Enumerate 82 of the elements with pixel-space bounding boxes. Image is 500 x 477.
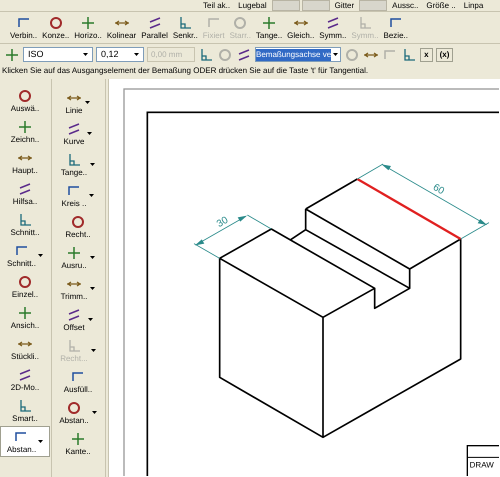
tool-button[interactable]: Trimm.. <box>52 273 104 304</box>
toolbar-icon <box>217 46 233 62</box>
tool-button[interactable]: Ausfüll.. <box>52 366 104 397</box>
title-block-text: DRAW <box>470 460 494 470</box>
tool-button[interactable]: Ansich.. <box>0 302 50 333</box>
dimension-text: 60 <box>430 182 446 198</box>
tool-icon <box>66 400 82 416</box>
constraint-button[interactable]: Parallel <box>139 14 170 40</box>
toolbar-button[interactable]: Größe .. <box>423 0 459 11</box>
dimension-select[interactable]: Bemaßungsachse ve <box>255 47 342 62</box>
caret-icon <box>89 194 94 197</box>
tool-button[interactable]: Hilfsa.. <box>0 178 50 209</box>
tool-icon <box>17 304 33 320</box>
toolbar-icon <box>236 46 252 62</box>
tool-icon <box>70 430 86 446</box>
tool-button[interactable]: Einzel.. <box>0 271 50 302</box>
tool-button[interactable]: Kurve <box>52 118 104 149</box>
tool-icon <box>17 118 33 134</box>
constraint-button[interactable]: Kolinear <box>104 14 138 40</box>
dimension-text: 30 <box>215 214 230 230</box>
caret-icon <box>85 101 90 104</box>
tool-button[interactable]: Ausru.. <box>52 242 104 273</box>
style-select[interactable]: ISO <box>23 47 93 62</box>
constraint-button[interactable]: Senkr.. <box>170 14 200 40</box>
caret-icon <box>90 163 96 166</box>
tool-button[interactable]: Offset <box>52 304 104 335</box>
toolbar-button[interactable]: Linpa <box>460 0 486 11</box>
toolbar-button[interactable] <box>359 0 388 11</box>
constraint-button[interactable]: Gleich.. <box>285 14 316 40</box>
caret-icon <box>38 440 44 443</box>
toolbar-button[interactable]: x <box>420 48 433 62</box>
toolbar-button[interactable] <box>302 0 330 11</box>
tool-button[interactable]: Haupt.. <box>0 147 50 178</box>
prompt-text: Klicken Sie auf das Ausgangselement der Bemaßung ODER drücken Sie auf die Taste 't' für Tangential. <box>1 65 370 77</box>
toolbar-button[interactable] <box>272 0 300 11</box>
caret-icon <box>88 318 93 321</box>
caret-icon <box>90 287 96 290</box>
caret-icon <box>333 53 338 56</box>
constraint-button[interactable]: Tange.. <box>254 14 284 40</box>
caret-icon <box>87 132 92 135</box>
constraint-button[interactable]: Horizo.. <box>72 14 104 40</box>
caret-icon <box>92 411 97 414</box>
toolbar-button[interactable]: Gitter <box>332 0 358 11</box>
toolbar-button[interactable]: Aussc.. <box>389 0 422 11</box>
tool-button[interactable]: Zeichn.. <box>0 116 50 147</box>
toolbar-icon <box>344 46 360 62</box>
tool-button[interactable]: Kante.. <box>52 428 104 459</box>
tool-button[interactable]: Recht.. <box>52 211 104 242</box>
scale-select[interactable]: 0,12 <box>96 47 144 62</box>
tool-icon <box>66 244 82 260</box>
caret-icon <box>134 53 139 56</box>
constraint-icon <box>261 14 278 30</box>
tool-button[interactable]: Linie <box>52 87 104 118</box>
tool-button[interactable]: Stückli.. <box>0 333 50 364</box>
tool-button[interactable]: Smart.. <box>0 395 50 426</box>
caret-icon <box>83 53 88 56</box>
caret-icon <box>38 254 43 257</box>
tool-button[interactable]: Tange.. <box>52 149 104 180</box>
tool-button[interactable]: Abstan.. <box>0 426 50 457</box>
constraint-button[interactable]: Verbin.. <box>8 14 40 40</box>
constraint-icon <box>48 14 64 30</box>
tool-button[interactable]: Kreis .. <box>52 180 104 211</box>
tool-button[interactable]: Schnitt.. <box>0 240 50 271</box>
tool-icon <box>17 88 33 104</box>
caret-icon <box>90 256 95 259</box>
tool-button[interactable]: Abstan.. <box>52 397 104 428</box>
toolbar-button[interactable]: (x) <box>436 48 454 62</box>
constraint-icon <box>232 14 248 30</box>
tool-button[interactable]: Auswä.. <box>0 85 50 116</box>
tool-icon <box>16 274 33 290</box>
toolbar-button[interactable]: Lugebal <box>235 0 270 11</box>
tool-button[interactable]: Schnitt.. <box>0 209 50 240</box>
tool-icon <box>70 214 86 230</box>
tool-button[interactable]: 2D-Mo.. <box>0 364 50 395</box>
constraint-button[interactable]: Bezie.. <box>382 14 410 40</box>
toolbar-button[interactable]: Teil ak.. <box>200 0 234 11</box>
constraint-button[interactable]: Symm.. <box>317 14 348 40</box>
constraint-icon <box>80 14 96 30</box>
title-block <box>466 445 499 476</box>
caret-icon <box>90 349 96 352</box>
constraint-button[interactable]: Konze.. <box>40 14 72 40</box>
tool-icon <box>66 120 82 136</box>
